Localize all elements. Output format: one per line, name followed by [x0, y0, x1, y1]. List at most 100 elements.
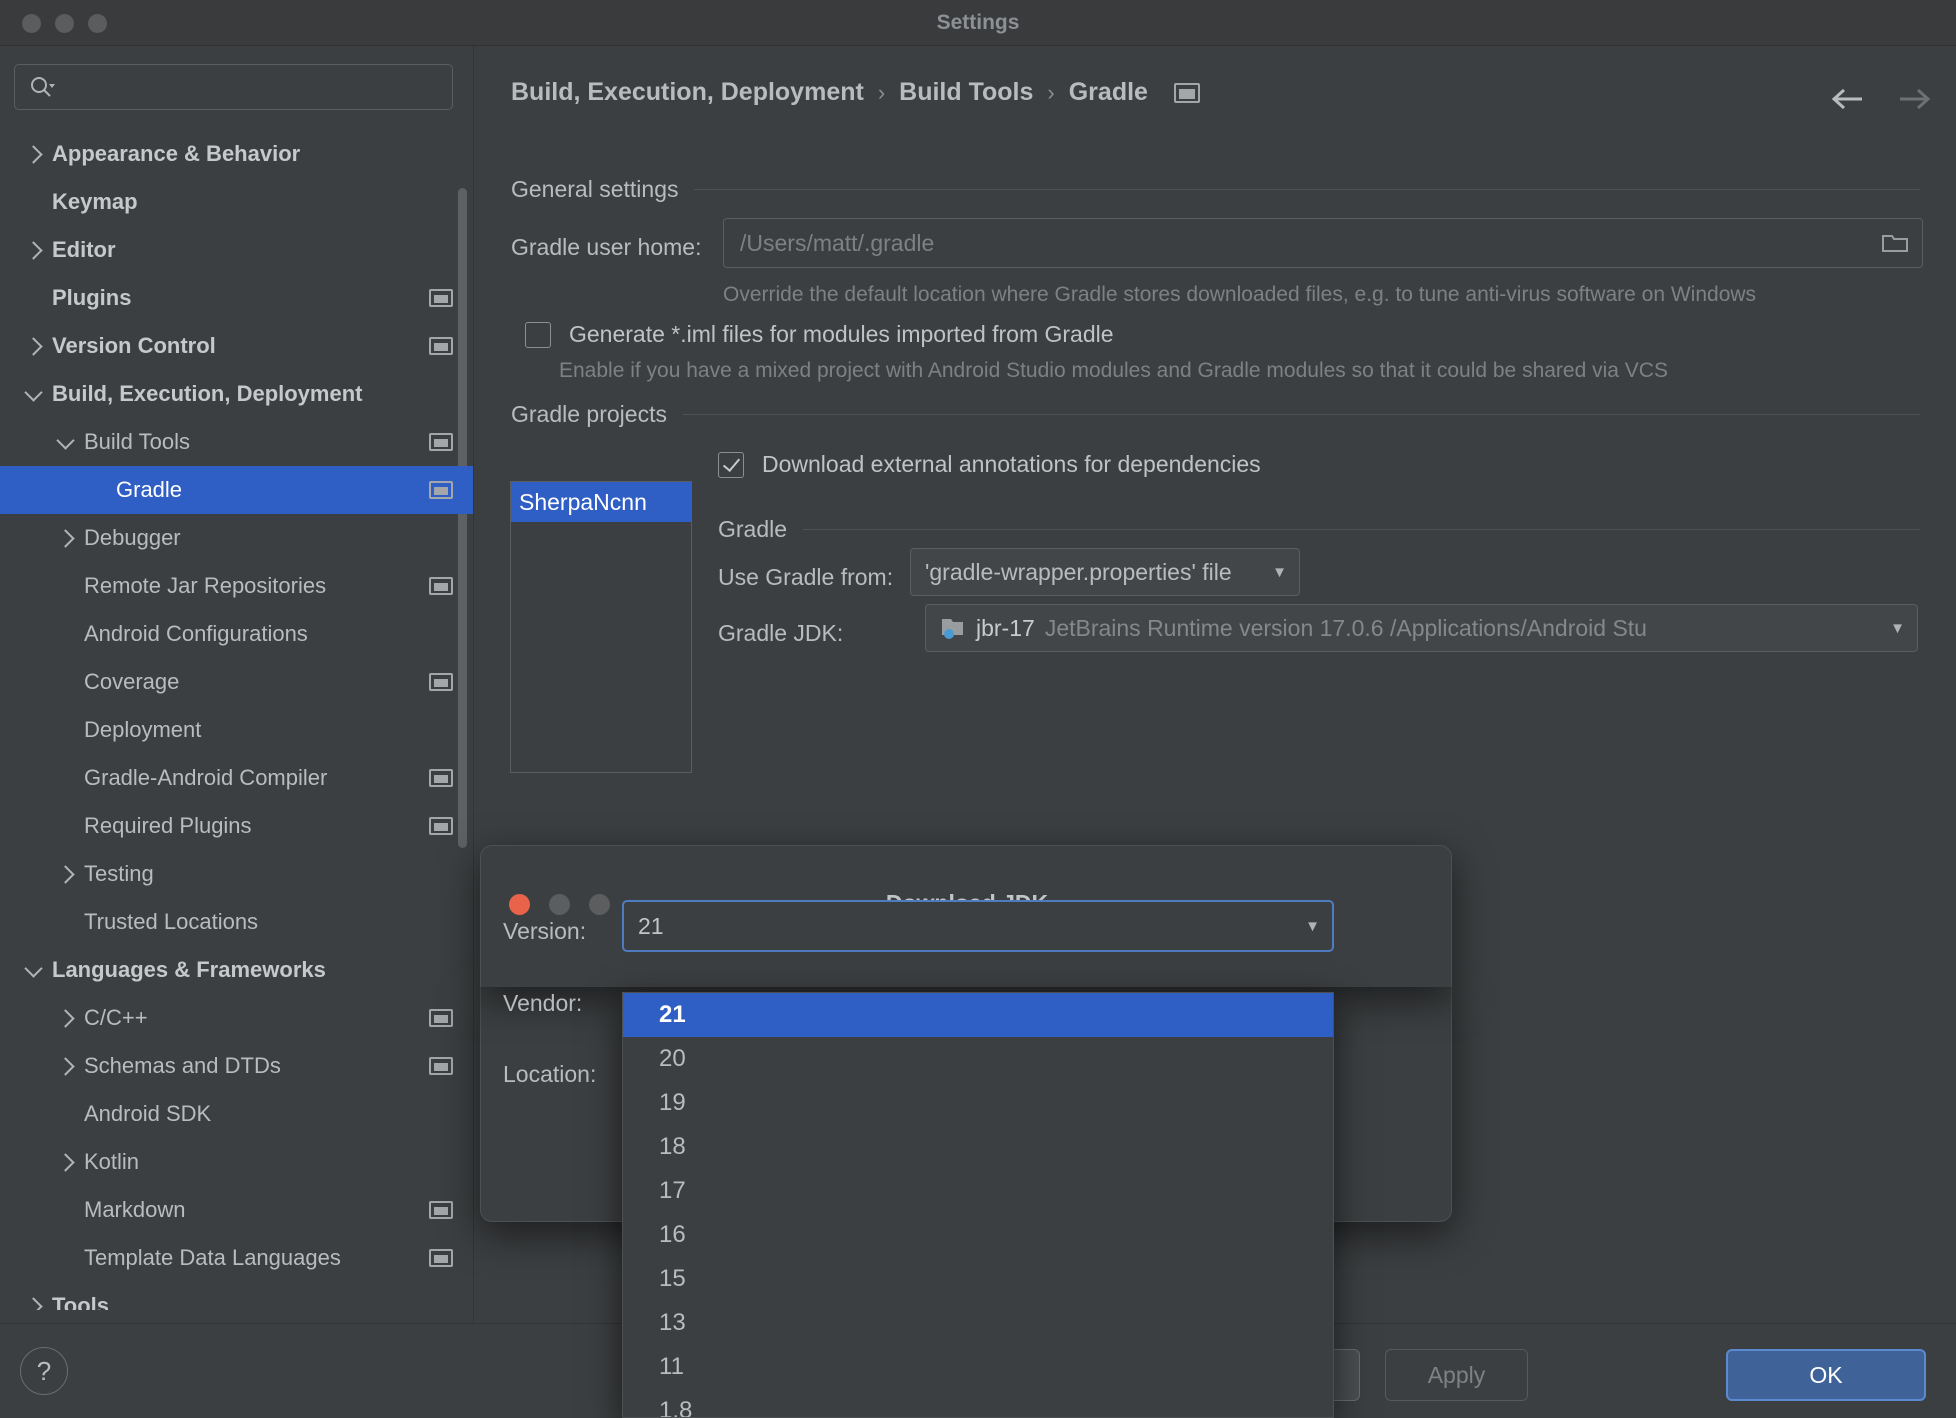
no-chevron: [54, 575, 76, 597]
version-option[interactable]: 17: [623, 1169, 1333, 1213]
chevron-down-icon[interactable]: [22, 383, 44, 405]
sidebar-item-android-sdk[interactable]: Android SDK: [0, 1090, 473, 1138]
sidebar-item-gradle-android-compiler[interactable]: Gradle-Android Compiler: [0, 754, 473, 802]
sidebar-item-label: Required Plugins: [84, 813, 252, 838]
sidebar-item-tools[interactable]: Tools: [0, 1282, 473, 1310]
chevron-right-icon[interactable]: [54, 1151, 76, 1173]
sidebar-item-build-execution-deployment[interactable]: Build, Execution, Deployment: [0, 370, 473, 418]
sidebar-item-schemas-and-dtds[interactable]: Schemas and DTDs: [0, 1042, 473, 1090]
list-item[interactable]: SherpaNcnn: [511, 482, 691, 522]
project-scope-icon: [429, 481, 453, 499]
version-option[interactable]: 13: [623, 1301, 1333, 1345]
arrow-left-icon[interactable]: [1830, 84, 1866, 114]
sidebar-item-label: Gradle: [116, 477, 183, 502]
sidebar-item-gradle[interactable]: Gradle: [0, 466, 473, 514]
sidebar-item-trusted-locations[interactable]: Trusted Locations: [0, 898, 473, 946]
sidebar-item-markdown[interactable]: Markdown: [0, 1186, 473, 1234]
version-combobox[interactable]: 21 ▼: [622, 900, 1334, 952]
folder-icon[interactable]: [1880, 231, 1910, 255]
gradle-user-home-input[interactable]: /Users/matt/.gradle: [723, 218, 1923, 268]
version-option[interactable]: 1.8: [623, 1389, 1333, 1417]
project-scope-icon: [429, 1201, 453, 1219]
project-scope-icon: [429, 337, 453, 355]
chevron-right-icon[interactable]: [22, 143, 44, 165]
arrow-right-icon[interactable]: [1896, 84, 1932, 114]
gradle-user-home-hint: Override the default location where Grad…: [723, 283, 1757, 306]
sidebar-item-label: Trusted Locations: [84, 909, 259, 934]
chevron-right-icon[interactable]: [54, 527, 76, 549]
sidebar-item-label: Testing: [84, 861, 154, 886]
version-option[interactable]: 18: [623, 1125, 1333, 1169]
settings-sidebar: Appearance & Behavior Keymap Editor Plugins…: [0, 46, 474, 1323]
sidebar-item-testing[interactable]: Testing: [0, 850, 473, 898]
breadcrumb-item[interactable]: Build Tools: [899, 78, 1033, 107]
sidebar-item-label: Plugins: [52, 285, 132, 310]
sidebar-item-debugger[interactable]: Debugger: [0, 514, 473, 562]
version-option[interactable]: 20: [623, 1037, 1333, 1081]
no-chevron: [54, 815, 76, 837]
chevron-down-icon[interactable]: [54, 431, 76, 453]
sidebar-item-remote-jar-repositories[interactable]: Remote Jar Repositories: [0, 562, 473, 610]
search-icon: [29, 75, 55, 101]
chevron-right-icon[interactable]: [54, 1055, 76, 1077]
sidebar-item-editor[interactable]: Editor: [0, 226, 473, 274]
sidebar-item-label: Debugger: [84, 525, 181, 550]
sidebar-item-template-data-languages[interactable]: Template Data Languages: [0, 1234, 473, 1282]
breadcrumb-item[interactable]: Gradle: [1069, 78, 1148, 107]
no-chevron: [54, 767, 76, 789]
ok-button[interactable]: OK: [1726, 1349, 1926, 1401]
sidebar-item-label: Remote Jar Repositories: [84, 573, 327, 598]
gradle-projects-list[interactable]: SherpaNcnn: [510, 481, 692, 773]
apply-button[interactable]: Apply: [1385, 1349, 1528, 1401]
general-settings-header: General settings: [511, 176, 1920, 203]
generate-iml-checkbox[interactable]: [525, 321, 551, 348]
no-chevron: [54, 671, 76, 693]
generate-iml-row[interactable]: Generate *.iml files for modules importe…: [525, 321, 1114, 348]
no-chevron: [54, 623, 76, 645]
sidebar-item-build-tools[interactable]: Build Tools: [0, 418, 473, 466]
version-option[interactable]: 19: [623, 1081, 1333, 1125]
window-title: Settings: [936, 11, 1020, 34]
no-chevron: [54, 911, 76, 933]
sidebar-item-c-c[interactable]: C/C++: [0, 994, 473, 1042]
version-option[interactable]: 21: [623, 993, 1333, 1037]
sidebar-item-required-plugins[interactable]: Required Plugins: [0, 802, 473, 850]
chevron-down-icon[interactable]: [22, 959, 44, 981]
sidebar-item-kotlin[interactable]: Kotlin: [0, 1138, 473, 1186]
sidebar-item-coverage[interactable]: Coverage: [0, 658, 473, 706]
no-chevron: [54, 1199, 76, 1221]
version-option[interactable]: 11: [623, 1345, 1333, 1389]
sidebar-item-label: Keymap: [52, 189, 138, 214]
breadcrumb-item[interactable]: Build, Execution, Deployment: [511, 78, 864, 107]
sidebar-item-label: Build Tools: [84, 429, 190, 454]
project-scope-icon: [429, 433, 453, 451]
sidebar-item-keymap[interactable]: Keymap: [0, 178, 473, 226]
sidebar-item-version-control[interactable]: Version Control: [0, 322, 473, 370]
settings-tree[interactable]: Appearance & Behavior Keymap Editor Plugins…: [0, 130, 473, 1310]
sidebar-item-label: Appearance & Behavior: [52, 141, 301, 166]
divider: [682, 414, 1920, 415]
project-scope-icon: [429, 1009, 453, 1027]
version-option[interactable]: 15: [623, 1257, 1333, 1301]
no-chevron: [86, 479, 108, 501]
sidebar-item-appearance-behavior[interactable]: Appearance & Behavior: [0, 130, 473, 178]
chevron-right-icon[interactable]: [22, 1295, 44, 1310]
chevron-right-icon[interactable]: [22, 335, 44, 357]
sidebar-item-android-configurations[interactable]: Android Configurations: [0, 610, 473, 658]
chevron-right-icon[interactable]: [54, 863, 76, 885]
version-dropdown-popup[interactable]: 21 20 19 18 17 16 15 13 11 1.8: [622, 992, 1334, 1418]
sidebar-item-deployment[interactable]: Deployment: [0, 706, 473, 754]
chevron-right-icon[interactable]: [54, 1007, 76, 1029]
help-button[interactable]: ?: [20, 1347, 68, 1395]
sidebar-item-label: Schemas and DTDs: [84, 1053, 281, 1078]
version-label: Version:: [503, 918, 587, 944]
project-scope-icon: [429, 673, 453, 691]
search-input[interactable]: [14, 64, 453, 110]
sidebar-item-languages-frameworks[interactable]: Languages & Frameworks: [0, 946, 473, 994]
chevron-right-icon[interactable]: [22, 239, 44, 261]
sidebar-item-plugins[interactable]: Plugins: [0, 274, 473, 322]
version-option[interactable]: 16: [623, 1213, 1333, 1257]
sidebar-item-label: Template Data Languages: [84, 1245, 341, 1270]
generate-iml-hint: Enable if you have a mixed project with …: [559, 359, 1668, 382]
location-label: Location:: [503, 1061, 597, 1087]
